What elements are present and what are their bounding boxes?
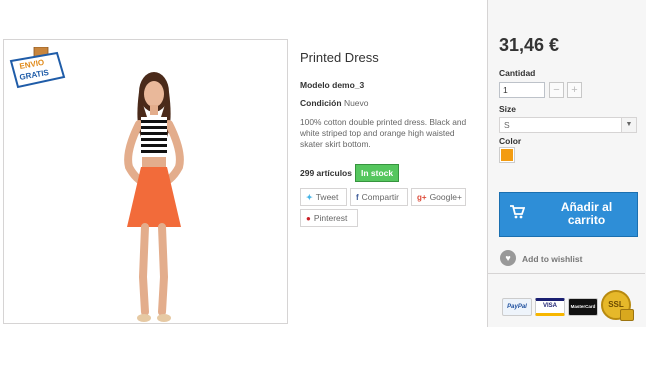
visa-logo: VISA [535,298,565,316]
tweet-label: Tweet [315,192,339,202]
quantity-input[interactable]: 1 [499,82,545,98]
color-swatch-orange[interactable] [499,147,515,163]
reference-label: Modelo [300,80,330,90]
chevron-down-icon: ▼ [621,118,636,132]
color-label: Color [499,136,522,146]
condition-value: Nuevo [343,98,369,108]
pinterest-label: Pinterest [313,213,348,223]
paypal-logo: PayPal [502,298,532,316]
cart-icon [509,205,526,222]
quantity-plus-button[interactable]: + [567,82,582,98]
free-shipping-badge: ENVIO GRATIS [9,47,66,89]
reference-value: demo_3 [332,80,365,90]
google-plus-button[interactable]: g+ Google+ [411,188,466,206]
twitter-icon: ✦ [306,192,313,202]
facebook-label: Compartir [361,192,399,202]
product-photo [124,72,184,322]
google-plus-label: Google+ [429,192,462,202]
in-stock-badge: In stock [355,164,400,182]
product-title: Printed Dress [300,50,379,65]
add-to-wishlist-link[interactable]: Add to wishlist [522,254,582,264]
facebook-icon: f [356,192,359,202]
add-to-cart-button[interactable]: Añadir al carrito [499,192,638,237]
color-swatch-fill [501,149,513,161]
product-reference: Modelo demo_3 [300,80,364,90]
add-to-cart-label: Añadir al carrito [560,200,613,227]
lock-icon [620,309,634,321]
divider [488,273,645,274]
size-value: S [504,120,510,130]
quantity-label: Cantidad [499,68,536,78]
google-plus-icon: g+ [417,192,427,202]
tweet-button[interactable]: ✦ Tweet [300,188,347,206]
condition-label: Condición [300,98,342,108]
quantity-minus-button[interactable]: − [549,82,564,98]
product-price: 31,46 € [499,35,560,55]
facebook-share-button[interactable]: f Compartir [350,188,408,206]
quantity-available: 299 artículos [300,168,352,178]
heart-icon[interactable]: ♥ [500,250,516,266]
mastercard-logo: MasterCard [568,298,598,316]
product-image-frame[interactable]: ENVIO GRATIS [3,39,288,324]
size-label: Size [499,104,517,114]
product-description: 100% cotton double printed dress. Black … [300,117,467,149]
size-select[interactable]: S ▼ [499,117,637,133]
product-condition: Condición Nuevo [300,98,369,108]
pinterest-icon: ● [306,213,311,223]
pinterest-button[interactable]: ● Pinterest [300,209,358,227]
